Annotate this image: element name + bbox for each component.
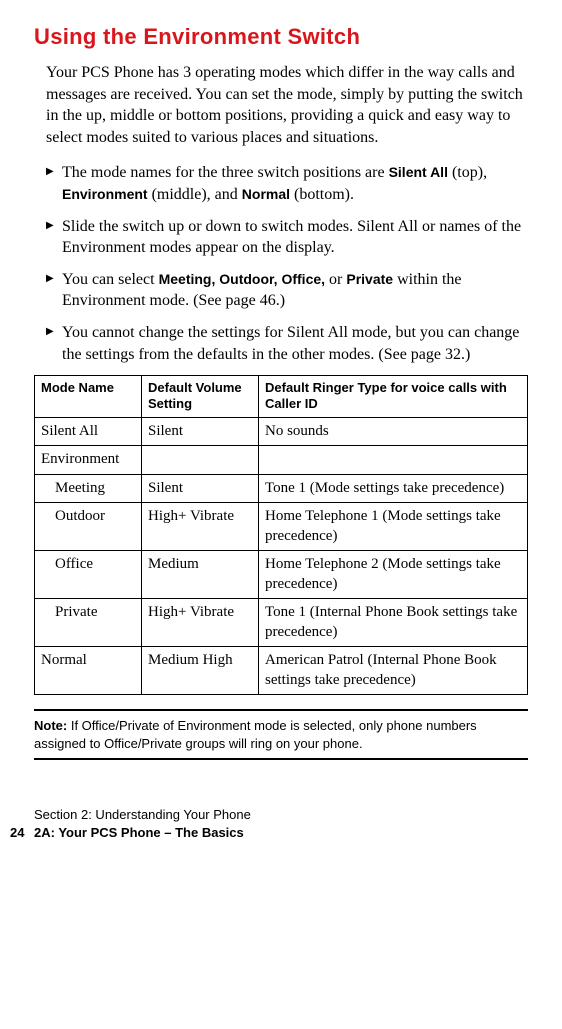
bullet-text: You cannot change the settings for Silen… [62, 324, 519, 363]
table-row: Outdoor High+ Vibrate Home Telephone 1 (… [35, 503, 528, 551]
cell-mode: Environment [35, 446, 142, 475]
note-label: Note: [34, 718, 67, 733]
table-header-row: Mode Name Default Volume Setting Default… [35, 376, 528, 418]
cell-mode: Silent All [35, 417, 142, 446]
bullet-list: The mode names for the three switch posi… [46, 162, 528, 365]
note-text: If Office/Private of Environment mode is… [34, 718, 477, 751]
bullet-item: You can select Meeting, Outdoor, Office,… [46, 269, 528, 312]
note-rule-bottom [34, 758, 528, 760]
table-header-mode: Mode Name [35, 376, 142, 418]
bullet-text: (top), [448, 164, 487, 181]
note-rule-top [34, 709, 528, 711]
cell-mode: Meeting [35, 474, 142, 503]
cell-mode: Normal [35, 647, 142, 695]
bullet-bold: Silent All [389, 164, 448, 180]
section-heading: Using the Environment Switch [34, 24, 528, 50]
cell-volume: Medium [142, 551, 259, 599]
intro-paragraph: Your PCS Phone has 3 operating modes whi… [46, 62, 528, 148]
footer-page-number: 24 [10, 824, 34, 842]
cell-ringer [259, 446, 528, 475]
table-row: Private High+ Vibrate Tone 1 (Internal P… [35, 599, 528, 647]
footer-section: Section 2: Understanding Your Phone [10, 806, 504, 824]
bullet-item: Slide the switch up or down to switch mo… [46, 216, 528, 259]
cell-ringer: Home Telephone 1 (Mode settings take pre… [259, 503, 528, 551]
footer-chapter-line: 242A: Your PCS Phone – The Basics [10, 824, 504, 842]
cell-mode: Outdoor [35, 503, 142, 551]
bullet-text: (middle), and [148, 186, 242, 203]
bullet-text: You can select [62, 271, 159, 288]
cell-ringer: No sounds [259, 417, 528, 446]
table-row: Normal Medium High American Patrol (Inte… [35, 647, 528, 695]
note-paragraph: Note: If Office/Private of Environment m… [34, 717, 528, 752]
bullet-text: or [325, 271, 346, 288]
bullet-text: The mode names for the three switch posi… [62, 164, 389, 181]
cell-volume: Silent [142, 474, 259, 503]
cell-volume: High+ Vibrate [142, 503, 259, 551]
page-footer: Section 2: Understanding Your Phone 242A… [10, 806, 504, 842]
cell-ringer: American Patrol (Internal Phone Book set… [259, 647, 528, 695]
cell-ringer: Tone 1 (Internal Phone Book settings tak… [259, 599, 528, 647]
bullet-text: Slide the switch up or down to switch mo… [62, 218, 521, 257]
bullet-text: (bottom). [290, 186, 354, 203]
bullet-bold: Meeting, Outdoor, Office, [159, 271, 325, 287]
document-page: Using the Environment Switch Your PCS Ph… [0, 0, 562, 865]
bullet-item: You cannot change the settings for Silen… [46, 322, 528, 365]
bullet-item: The mode names for the three switch posi… [46, 162, 528, 205]
modes-table: Mode Name Default Volume Setting Default… [34, 375, 528, 695]
cell-volume: Silent [142, 417, 259, 446]
cell-ringer: Home Telephone 2 (Mode settings take pre… [259, 551, 528, 599]
bullet-bold: Environment [62, 186, 148, 202]
table-row: Silent All Silent No sounds [35, 417, 528, 446]
cell-volume [142, 446, 259, 475]
cell-mode: Office [35, 551, 142, 599]
cell-volume: Medium High [142, 647, 259, 695]
bullet-bold: Normal [242, 186, 290, 202]
table-header-ringer: Default Ringer Type for voice calls with… [259, 376, 528, 418]
bullet-bold: Private [346, 271, 393, 287]
cell-mode: Private [35, 599, 142, 647]
table-row: Environment [35, 446, 528, 475]
table-body: Silent All Silent No sounds Environment … [35, 417, 528, 695]
table-header-volume: Default Volume Setting [142, 376, 259, 418]
footer-chapter: 2A: Your PCS Phone – The Basics [34, 825, 244, 840]
cell-volume: High+ Vibrate [142, 599, 259, 647]
table-row: Meeting Silent Tone 1 (Mode settings tak… [35, 474, 528, 503]
table-row: Office Medium Home Telephone 2 (Mode set… [35, 551, 528, 599]
cell-ringer: Tone 1 (Mode settings take precedence) [259, 474, 528, 503]
